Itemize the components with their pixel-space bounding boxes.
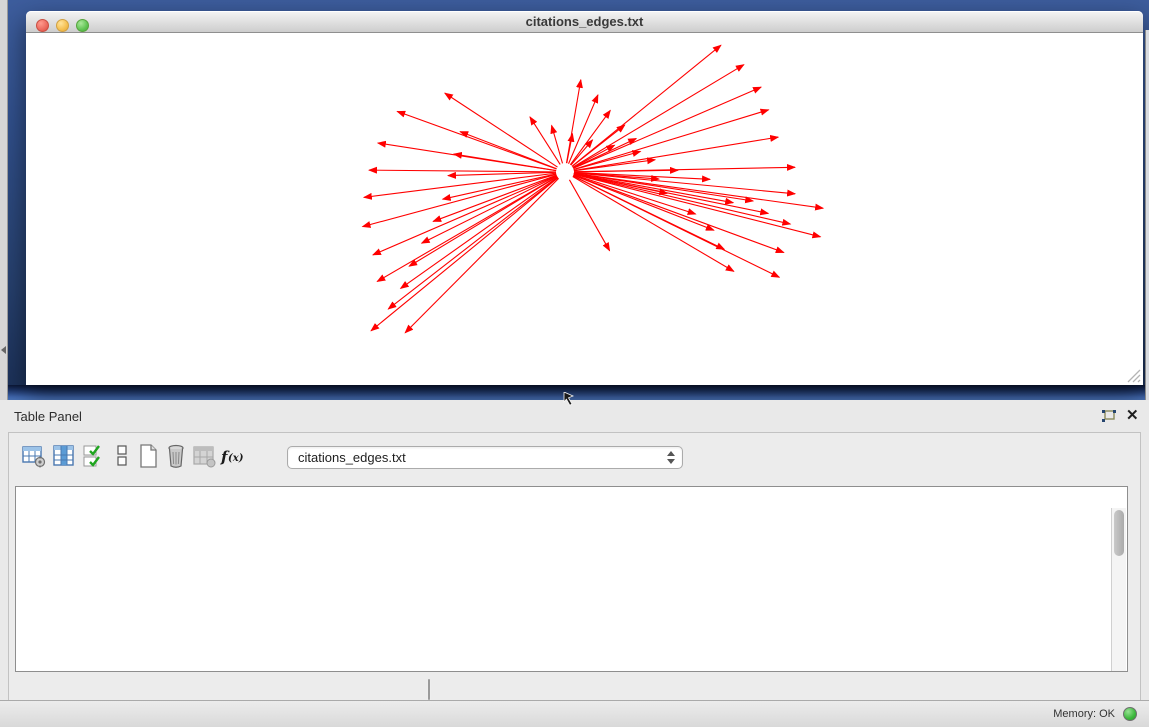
desktop-bottom-band	[8, 385, 1149, 400]
dropdown-arrows-icon	[667, 451, 675, 464]
select-rows-icon[interactable]	[81, 443, 107, 469]
graph-edge[interactable]	[569, 95, 598, 164]
graph-edge[interactable]	[573, 175, 783, 252]
delete-table-icon[interactable]	[163, 443, 189, 469]
memory-status-indicator[interactable]	[1123, 707, 1137, 721]
table-toolbar: f (x) citations_edges.txt	[9, 433, 1140, 481]
mouse-cursor	[563, 392, 577, 408]
select-column-icon[interactable]	[51, 443, 77, 469]
graph-edge[interactable]	[567, 134, 573, 163]
memory-status-label: Memory: OK	[1053, 708, 1115, 720]
table-settings-icon[interactable]	[21, 443, 47, 469]
graph-edge[interactable]	[422, 176, 557, 243]
table-selector-value: citations_edges.txt	[298, 450, 406, 465]
graph-edge[interactable]	[574, 110, 769, 170]
function-builder-icon[interactable]: f (x)	[219, 443, 249, 469]
graph-edge[interactable]	[371, 178, 558, 331]
node-table	[15, 486, 1128, 672]
panel-collapse-arrow-icon[interactable]	[1, 346, 6, 354]
graph-edge[interactable]	[574, 174, 821, 237]
import-table-disabled-icon	[191, 443, 217, 469]
table-scrollbar-thumb[interactable]	[1114, 510, 1124, 556]
citation-network-graph[interactable]	[26, 33, 1143, 385]
graph-edge[interactable]	[572, 45, 721, 166]
top-area: citations_edges.txt	[0, 0, 1149, 400]
table-type-tabs	[428, 679, 430, 700]
network-canvas[interactable]	[26, 33, 1143, 385]
graph-edge[interactable]	[573, 176, 779, 277]
graph-edge[interactable]	[397, 111, 556, 169]
graph-edge[interactable]	[552, 125, 563, 163]
table-selector-dropdown[interactable]: citations_edges.txt	[287, 446, 683, 469]
new-table-icon[interactable]	[135, 443, 161, 469]
clear-selection-icon[interactable]	[109, 443, 135, 469]
right-panel-divider[interactable]	[1145, 30, 1149, 400]
graph-edge[interactable]	[573, 65, 744, 168]
graph-edge[interactable]	[573, 87, 761, 168]
status-bar: Memory: OK	[0, 700, 1149, 727]
table-scrollbar[interactable]	[1111, 508, 1126, 671]
graph-edge[interactable]	[574, 167, 795, 172]
window-title: citations_edges.txt	[26, 14, 1143, 29]
window-resize-grip[interactable]	[1127, 369, 1141, 383]
close-panel-icon[interactable]: ✕	[1126, 406, 1139, 424]
table-panel-title: Table Panel	[14, 409, 82, 424]
table-panel-content: f (x) citations_edges.txt	[8, 432, 1141, 700]
window-titlebar[interactable]: citations_edges.txt	[26, 11, 1143, 33]
graph-edge[interactable]	[369, 170, 556, 172]
graph-edge[interactable]	[363, 174, 557, 226]
desktop-background: citations_edges.txt	[8, 0, 1149, 400]
table-panel: Table Panel ✕	[0, 400, 1149, 700]
left-panel-divider[interactable]	[0, 0, 8, 400]
float-panel-icon[interactable]	[1100, 409, 1118, 425]
network-window[interactable]: citations_edges.txt	[26, 11, 1143, 385]
svg-text:(x): (x)	[228, 453, 244, 464]
graph-edge[interactable]	[405, 178, 558, 332]
graph-edge[interactable]	[574, 174, 768, 214]
